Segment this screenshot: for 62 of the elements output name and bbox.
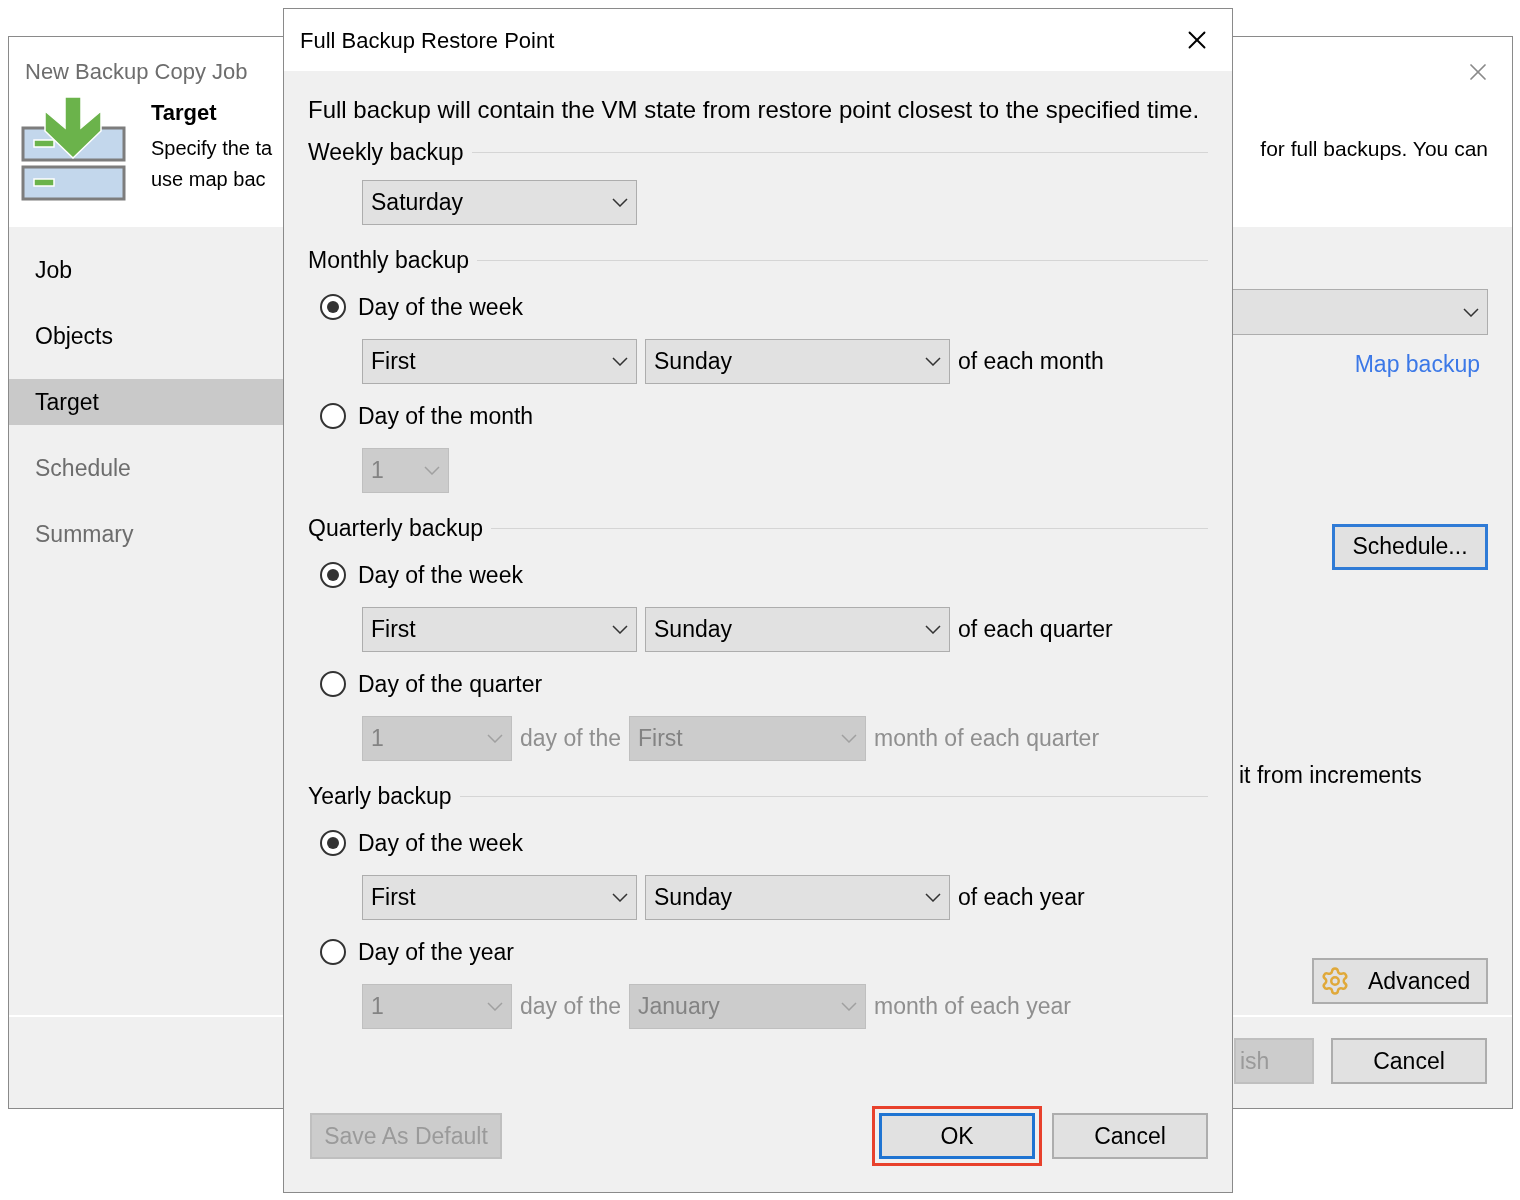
radio-label[interactable]: Day of the week [358,825,523,861]
dropdown[interactable]: First [362,339,637,384]
chevron-icon [925,625,941,634]
advanced-button[interactable]: Advanced [1312,958,1488,1004]
chevron-icon [925,893,941,902]
dropdown[interactable]: First [362,607,637,652]
chevron-icon [487,734,503,743]
radio-button[interactable] [320,403,346,429]
radio-label[interactable]: Day of the quarter [358,666,543,702]
option-text: month of each year [874,992,1071,1022]
dropdown[interactable]: Saturday [362,180,637,225]
group-heading: Quarterly backup [308,513,484,543]
step-description: Specify the ta [151,136,273,161]
dialog-title: Full Backup Restore Point [300,26,555,55]
map-backup-link[interactable]: Map backup [1354,347,1488,382]
nav-item[interactable]: Objects [9,313,284,359]
chevron-icon [1463,307,1479,317]
step-heading: Target [151,99,217,127]
chevron-icon [841,734,858,743]
chevron-icon [424,466,440,475]
option-text: it from increments [1238,760,1423,790]
radio-button[interactable] [320,294,346,320]
option-text: month of each quarter [874,724,1100,754]
footer-button[interactable]: Cancel [1331,1038,1487,1084]
chevron-icon [612,357,628,366]
nav-item[interactable]: Job [9,247,284,293]
dialog-button[interactable]: Cancel [1052,1113,1208,1159]
chevron-icon [487,1002,503,1011]
radio-button[interactable] [320,830,346,856]
option-text: of each quarter [958,615,1113,645]
option-text: day of the [520,992,622,1022]
radio-label[interactable]: Day of the year [358,934,514,970]
chevron-icon [612,198,628,207]
step-description: use map bac [151,167,267,192]
nav-item[interactable]: Target [9,379,284,425]
gear-icon [1320,966,1350,996]
schedule-button[interactable]: Schedule... [1332,523,1488,570]
step-description: for full backups. You can [1260,136,1488,162]
chevron-icon [612,893,628,902]
dropdown[interactable]: Sunday [645,607,950,652]
chevron-icon [925,357,941,366]
radio-label[interactable]: Day of the month [358,398,534,434]
dropdown[interactable]: Sunday [645,339,950,384]
radio-button[interactable] [320,939,346,965]
dropdown[interactable]: First [362,875,637,920]
option-text: of each year [958,883,1085,913]
radio-button[interactable] [320,562,346,588]
dialog-description: Full backup will contain the VM state from restore point closest to the specified time. [308,95,1200,125]
radio-label[interactable]: Day of the week [358,557,523,593]
radio-label[interactable]: Day of the week [358,289,523,325]
dialog-button[interactable]: OK [879,1113,1035,1159]
option-text: day of the [520,724,622,754]
dropdown[interactable]: Sunday [645,875,950,920]
group-heading: Yearly backup [308,781,452,811]
chevron-icon [841,1002,858,1011]
group-heading: Monthly backup [308,245,470,275]
window-title: New Backup Copy Job [25,58,248,86]
server-download-icon [21,96,127,202]
option-text: of each month [958,347,1104,377]
radio-button[interactable] [320,671,346,697]
group-heading: Weekly backup [308,137,464,167]
chevron-icon [612,625,628,634]
